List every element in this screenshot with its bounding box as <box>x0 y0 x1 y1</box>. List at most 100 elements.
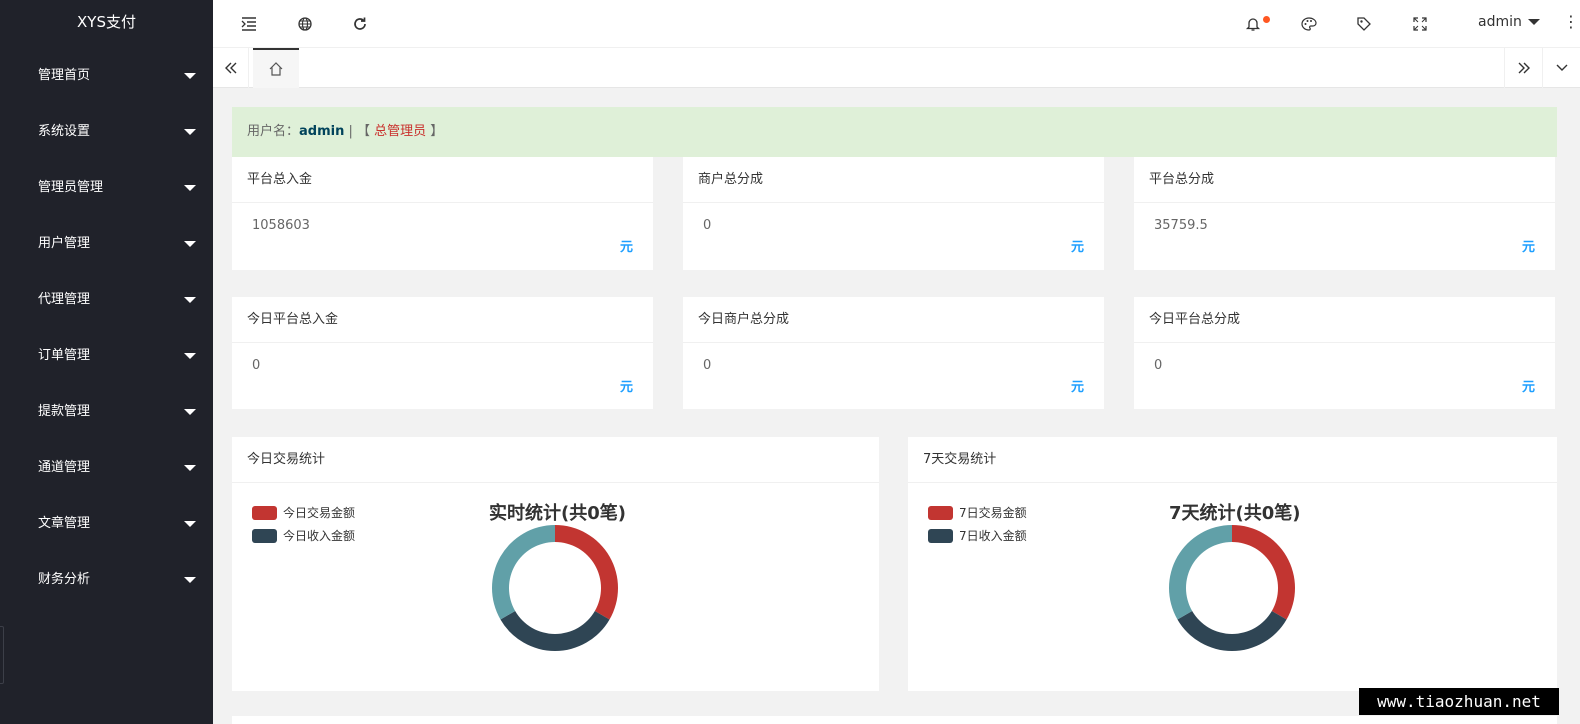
caret-down-icon <box>184 353 196 359</box>
tab-home[interactable] <box>253 48 299 88</box>
sidebar-item-financial-analysis[interactable]: 财务分析 <box>0 552 213 608</box>
sidebar-menu: 管理首页 系统设置 管理员管理 用户管理 代理管理 订单管理 提款管理 通道管理… <box>0 48 213 608</box>
caret-down-icon <box>184 241 196 247</box>
caret-down-icon <box>184 129 196 135</box>
legend-item[interactable]: 今日收入金额 <box>252 524 355 547</box>
stat-card-title: 平台总分成 <box>1134 157 1555 203</box>
sidebar-item-agent-management[interactable]: 代理管理 <box>0 272 213 328</box>
welcome-prefix: 用户名： <box>247 124 300 139</box>
stat-card-title: 商户总分成 <box>683 157 1104 203</box>
tag-icon[interactable] <box>1352 12 1376 36</box>
donut-slice[interactable] <box>1177 611 1287 651</box>
sidebar-item-order-management[interactable]: 订单管理 <box>0 328 213 384</box>
donut-slice[interactable] <box>500 611 610 651</box>
username-label: admin <box>1478 14 1522 30</box>
stat-value: 0 <box>252 358 261 373</box>
chart-title: 7天统计(共0笔) <box>1169 503 1301 524</box>
legend-label: 7日收入金额 <box>959 529 1027 543</box>
donut-slice[interactable] <box>492 525 555 620</box>
double-chevron-left-icon <box>224 62 236 74</box>
stat-card-today-merchant-share: 今日商户总分成 0 元 <box>683 295 1104 409</box>
welcome-bracket-open: 【 <box>357 124 375 139</box>
stat-card-title: 今日平台总入金 <box>232 297 653 343</box>
chart-legend: 今日交易金额 今日收入金额 <box>252 501 355 547</box>
sidebar-item-system-settings[interactable]: 系统设置 <box>0 104 213 160</box>
donut-chart[interactable] <box>490 523 620 653</box>
stat-card-body: 0 元 <box>683 343 1104 409</box>
home-icon <box>269 62 283 76</box>
donut-slice[interactable] <box>1232 525 1295 620</box>
legend-item[interactable]: 7日收入金额 <box>928 524 1027 547</box>
double-chevron-right-icon <box>1518 62 1530 74</box>
sidebar: XYS支付 管理首页 系统设置 管理员管理 用户管理 代理管理 订单管理 提款管… <box>0 0 213 724</box>
stat-unit: 元 <box>619 240 633 255</box>
sidebar-resize-handle[interactable] <box>0 626 4 684</box>
chart-title: 实时统计(共0笔) <box>489 503 626 524</box>
stat-unit: 元 <box>1070 380 1084 395</box>
sidebar-item-label: 代理管理 <box>38 292 91 307</box>
sidebar-item-label: 用户管理 <box>38 236 91 251</box>
stat-card-title: 今日平台总分成 <box>1134 297 1555 343</box>
stat-unit: 元 <box>1070 240 1084 255</box>
stat-value: 35759.5 <box>1154 218 1208 233</box>
stat-card-today-platform-share: 今日平台总分成 0 元 <box>1134 295 1555 409</box>
chart-card-7day: 7天交易统计 7日交易金额 7日收入金额 7天统计(共0笔) <box>908 435 1557 691</box>
legend-label: 7日交易金额 <box>959 506 1027 520</box>
sidebar-item-channel-management[interactable]: 通道管理 <box>0 440 213 496</box>
chart-card-title: 今日交易统计 <box>232 437 879 483</box>
chart-card-today: 今日交易统计 今日交易金额 今日收入金额 实时统计(共0笔) <box>232 435 879 691</box>
chart-body: 7日交易金额 7日收入金额 7天统计(共0笔) <box>908 483 1557 691</box>
tab-bar <box>213 48 1580 88</box>
sidebar-item-label: 文章管理 <box>38 516 91 531</box>
chart-body: 今日交易金额 今日收入金额 实时统计(共0笔) <box>232 483 879 691</box>
tab-scroll-left-button[interactable] <box>213 48 249 88</box>
stat-card-platform-total-deposit: 平台总入金 1058603 元 <box>232 157 653 270</box>
tab-options-button[interactable] <box>1542 48 1580 88</box>
caret-down-icon <box>184 577 196 583</box>
sidebar-item-label: 管理首页 <box>38 68 91 83</box>
more-vertical-icon[interactable]: ⋮ <box>1563 13 1579 31</box>
stat-value: 0 <box>703 358 712 373</box>
chevron-down-icon <box>1556 64 1567 71</box>
stat-unit: 元 <box>1521 380 1535 395</box>
welcome-username: admin <box>299 124 345 139</box>
tab-scroll-right-button[interactable] <box>1504 48 1542 88</box>
stat-card-body: 0 元 <box>683 203 1104 269</box>
user-menu[interactable]: admin <box>1478 14 1540 30</box>
refresh-icon[interactable] <box>348 12 372 36</box>
stat-card-body: 0 元 <box>1134 343 1555 409</box>
welcome-banner: 用户名：admin | 【 总管理员 】 <box>232 107 1557 157</box>
globe-icon[interactable] <box>293 12 317 36</box>
legend-swatch <box>928 505 953 520</box>
menu-fold-icon[interactable] <box>237 12 261 36</box>
app-logo[interactable]: XYS支付 <box>0 0 213 45</box>
sidebar-item-label: 管理员管理 <box>38 180 104 195</box>
caret-down-icon <box>184 73 196 79</box>
sidebar-item-label: 订单管理 <box>38 348 91 363</box>
sidebar-item-dashboard[interactable]: 管理首页 <box>0 48 213 104</box>
sidebar-item-article-management[interactable]: 文章管理 <box>0 496 213 552</box>
top-header: admin ⋮ <box>213 0 1580 48</box>
donut-slice[interactable] <box>555 525 618 620</box>
legend-item[interactable]: 7日交易金额 <box>928 501 1027 524</box>
fullscreen-icon[interactable] <box>1408 12 1432 36</box>
sidebar-item-label: 系统设置 <box>38 124 91 139</box>
notification-dot <box>1263 16 1270 23</box>
stat-card-platform-total-share: 平台总分成 35759.5 元 <box>1134 157 1555 270</box>
donut-slice[interactable] <box>1169 525 1232 620</box>
caret-down-icon <box>1527 19 1540 25</box>
legend-swatch <box>252 505 277 520</box>
next-panel-edge <box>232 714 1557 724</box>
bell-icon[interactable] <box>1241 12 1270 36</box>
sidebar-item-withdraw-management[interactable]: 提款管理 <box>0 384 213 440</box>
legend-swatch <box>252 528 277 543</box>
sidebar-item-label: 提款管理 <box>38 404 91 419</box>
legend-item[interactable]: 今日交易金额 <box>252 501 355 524</box>
chart-legend: 7日交易金额 7日收入金额 <box>928 501 1027 547</box>
legend-swatch <box>928 528 953 543</box>
donut-chart[interactable] <box>1167 523 1297 653</box>
stat-value: 0 <box>703 218 712 233</box>
palette-icon[interactable] <box>1297 12 1321 36</box>
sidebar-item-admin-management[interactable]: 管理员管理 <box>0 160 213 216</box>
sidebar-item-user-management[interactable]: 用户管理 <box>0 216 213 272</box>
